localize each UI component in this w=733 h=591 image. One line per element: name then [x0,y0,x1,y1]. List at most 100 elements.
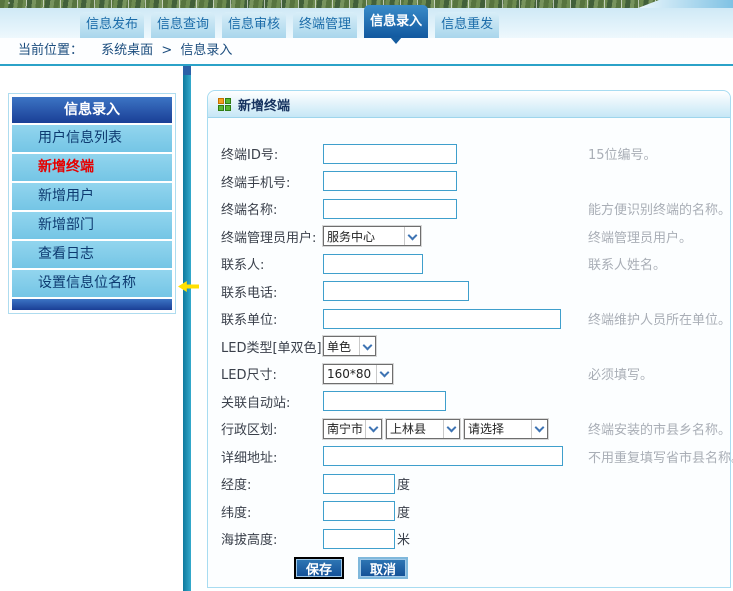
sidebar-item-new-user[interactable]: 新增用户 [12,183,172,210]
app-window: 信息发布 信息查询 信息审核 终端管理 信息录入 信息重发 当前位置： 系统桌面… [0,0,733,591]
chevron-down-icon [404,227,420,245]
select-value: 160*80 [327,367,371,381]
panel-header: 新增终端 [208,91,730,118]
new-terminal-form: 终端ID号: 15位编号。 终端手机号: 终端名称: 能方便识别终端的名称。 终… [208,118,730,579]
township-select[interactable]: 请选择 [464,419,548,439]
form-row-terminal-name: 终端名称: 能方便识别终端的名称。 [208,195,730,223]
field-hint: 不用重复填写省市县名称。 [588,447,733,466]
breadcrumb-prefix: 当前位置： [18,43,83,58]
select-value: 单色 [327,338,351,355]
field-label: 联系单位: [221,309,323,328]
form-row-contact-phone: 联系电话: [208,278,730,306]
form-row-altitude: 海拔高度: 米 [208,525,730,553]
form-row-led-size: LED尺寸: 160*80 必须填写。 [208,360,730,388]
form-row-auto-station: 关联自动站: [208,388,730,416]
form-row-admin-user: 终端管理员用户: 服务中心 终端管理员用户。 [208,223,730,251]
field-hint: 15位编号。 [588,144,657,163]
tab-info-publish[interactable]: 信息发布 [80,12,144,38]
field-label: 行政区划: [221,419,323,438]
longitude-input[interactable] [323,474,395,494]
select-value: 请选择 [468,420,504,437]
breadcrumb-current: 信息录入 [180,43,232,58]
terminal-name-input[interactable] [323,199,457,219]
sidebar-item-user-list[interactable]: 用户信息列表 [12,125,172,152]
horizontal-divider [0,64,733,66]
detail-address-input[interactable] [323,446,563,466]
select-value: 南宁市 [327,420,363,437]
form-buttons: 保存 取消 [208,557,730,579]
cancel-button[interactable]: 取消 [358,557,408,579]
field-hint: 终端安装的市县乡名称。 [588,419,731,438]
terminal-phone-input[interactable] [323,171,457,191]
field-label: 关联自动站: [221,392,323,411]
field-label: 海拔高度: [221,529,323,548]
chevron-down-icon [376,365,392,383]
new-terminal-panel: 新增终端 终端ID号: 15位编号。 终端手机号: 终端名称: 能方便识别终端的… [207,90,731,588]
select-value: 上林县 [390,420,426,437]
form-row-region: 行政区划: 南宁市 上林县 请选择 终端安装的市县乡名称。 [208,415,730,443]
contact-org-input[interactable] [323,309,561,329]
main-tab-bar: 信息发布 信息查询 信息审核 终端管理 信息录入 信息重发 [0,8,733,38]
terminal-id-input[interactable] [323,144,457,164]
unit-label: 米 [397,529,410,548]
field-label: 终端管理员用户: [221,227,323,246]
sidebar-item-new-terminal[interactable]: 新增终端 [12,154,172,181]
breadcrumb: 当前位置： 系统桌面 > 信息录入 [0,38,733,64]
sidebar-item-set-position-name[interactable]: 设置信息位名称 [12,270,172,297]
breadcrumb-separator: > [161,43,172,58]
tab-info-query[interactable]: 信息查询 [151,12,215,38]
field-hint: 终端管理员用户。 [588,227,692,246]
form-row-terminal-phone: 终端手机号: [208,168,730,196]
grid-icon [218,98,231,111]
city-select[interactable]: 南宁市 [323,419,382,439]
field-label: 详细地址: [221,447,323,466]
field-label: 联系人: [221,254,323,273]
chevron-down-icon [365,420,381,438]
chevron-down-icon [531,420,547,438]
form-row-contact-org: 联系单位: 终端维护人员所在单位。 [208,305,730,333]
form-row-terminal-id: 终端ID号: 15位编号。 [208,140,730,168]
unit-label: 度 [397,474,410,493]
tab-terminal-manage[interactable]: 终端管理 [293,12,357,38]
sidebar-item-new-dept[interactable]: 新增部门 [12,212,172,239]
field-label: LED类型[单双色]: [221,337,323,356]
field-hint: 能方便识别终端的名称。 [588,199,731,218]
contact-person-input[interactable] [323,254,423,274]
breadcrumb-home-link[interactable]: 系统桌面 [101,43,153,58]
led-size-select[interactable]: 160*80 [323,364,393,384]
save-button[interactable]: 保存 [294,557,344,579]
field-label: 经度: [221,474,323,493]
field-hint: 必须填写。 [588,364,653,383]
vertical-divider-bar [183,66,191,591]
chevron-down-icon [359,337,375,355]
latitude-input[interactable] [323,501,395,521]
tab-info-resend[interactable]: 信息重发 [435,12,499,38]
sidebar-footer-bar [12,299,172,310]
field-label: 终端ID号: [221,144,323,163]
form-row-detail-address: 详细地址: 不用重复填写省市县名称。 [208,443,730,471]
tab-info-audit[interactable]: 信息审核 [222,12,286,38]
select-value: 服务中心 [327,228,375,245]
sidebar-menu: 信息录入 用户信息列表 新增终端 新增用户 新增部门 查看日志 设置信息位名称 [8,93,176,314]
field-label: 纬度: [221,502,323,521]
form-row-latitude: 纬度: 度 [208,498,730,526]
sidebar-item-view-log[interactable]: 查看日志 [12,241,172,268]
unit-label: 度 [397,502,410,521]
chevron-down-icon [443,420,459,438]
form-row-led-type: LED类型[单双色]: 单色 [208,333,730,361]
admin-user-select[interactable]: 服务中心 [323,226,421,246]
field-label: 终端手机号: [221,172,323,191]
panel-title: 新增终端 [238,95,290,114]
field-hint: 终端维护人员所在单位。 [588,309,731,328]
form-row-contact-person: 联系人: 联系人姓名。 [208,250,730,278]
tab-info-entry[interactable]: 信息录入 [364,5,428,38]
field-label: 联系电话: [221,282,323,301]
form-row-longitude: 经度: 度 [208,470,730,498]
field-label: 终端名称: [221,199,323,218]
altitude-input[interactable] [323,529,395,549]
auto-station-input[interactable] [323,391,446,411]
led-type-select[interactable]: 单色 [323,336,376,356]
sidebar-title: 信息录入 [12,97,172,123]
contact-phone-input[interactable] [323,281,469,301]
county-select[interactable]: 上林县 [386,419,460,439]
